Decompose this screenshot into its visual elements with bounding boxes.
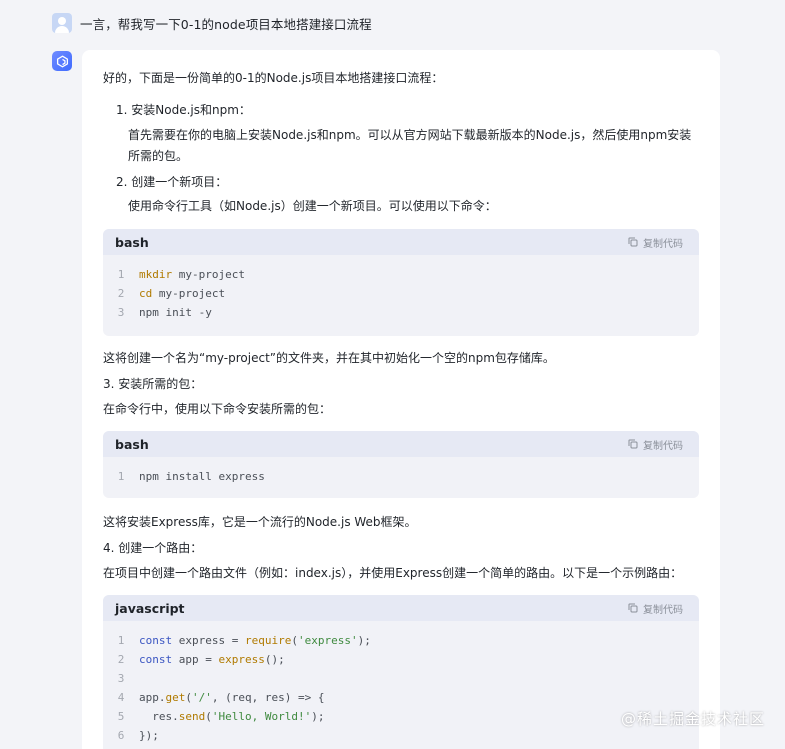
code-line: 2 cd my-project bbox=[117, 287, 226, 300]
code-lang-label: javascript bbox=[115, 600, 185, 616]
code-line: 1 const express = require('express'); bbox=[117, 634, 371, 647]
code-line: 1 mkdir my-project bbox=[117, 268, 245, 281]
code-line: 3 npm init -y bbox=[117, 306, 212, 319]
code-block-javascript: javascript 复制代码 1 const express = require… bbox=[103, 595, 699, 749]
answer-card: 好的，下面是一份简单的0-1的Node.js项目本地搭建接口流程： 1. 安装N… bbox=[82, 50, 720, 749]
user-message-row: 一言，帮我写一下0-1的node项目本地搭建接口流程 bbox=[52, 12, 372, 34]
step-2-desc: 使用命令行工具（如Node.js）创建一个新项目。可以使用以下命令： bbox=[128, 199, 497, 213]
code-line: 4 app.get('/', (req, res) => { bbox=[117, 691, 325, 704]
bot-avatar-icon bbox=[52, 51, 72, 71]
copy-icon bbox=[628, 237, 638, 247]
copy-code-button[interactable]: 复制代码 bbox=[628, 437, 683, 452]
copy-code-label: 复制代码 bbox=[643, 604, 683, 616]
code-line: 5 res.send('Hello, World!'); bbox=[117, 710, 325, 723]
copy-code-button[interactable]: 复制代码 bbox=[628, 601, 683, 616]
step-3-title: 3. 安装所需的包： bbox=[103, 377, 203, 391]
code-body: 1 npm install express bbox=[103, 457, 699, 494]
after-block-2-text: 这将安装Express库，它是一个流行的Node.js Web框架。 bbox=[103, 515, 417, 529]
step-4-title: 4. 创建一个路由： bbox=[103, 541, 203, 555]
step-3-desc: 在命令行中，使用以下命令安装所需的包： bbox=[103, 402, 332, 416]
code-block-header: javascript 复制代码 bbox=[103, 595, 699, 621]
copy-code-button[interactable]: 复制代码 bbox=[628, 235, 683, 250]
code-body: 1 const express = require('express'); 2 con… bbox=[103, 621, 699, 749]
code-lang-label: bash bbox=[115, 436, 149, 452]
step-4-desc: 在项目中创建一个路由文件（例如：index.js），并使用Express创建一个… bbox=[103, 566, 683, 580]
user-avatar-icon bbox=[52, 13, 72, 33]
code-block-header: bash 复制代码 bbox=[103, 229, 699, 255]
copy-code-label: 复制代码 bbox=[643, 238, 683, 250]
user-message-text: 一言，帮我写一下0-1的node项目本地搭建接口流程 bbox=[80, 16, 372, 32]
code-block-header: bash 复制代码 bbox=[103, 431, 699, 457]
step-1-line-2: 所需的包。 bbox=[128, 149, 189, 163]
watermark: @稀土掘金技术社区 bbox=[620, 710, 765, 728]
copy-code-label: 复制代码 bbox=[643, 440, 683, 452]
code-block-bash-1: bash 复制代码 1 mkdir my-project 2 cd my-pro… bbox=[103, 229, 699, 336]
code-line: 2 const app = express(); bbox=[117, 653, 285, 666]
after-block-1-text: 这将创建一个名为“my-project”的文件夹，并在其中初始化一个空的npm包… bbox=[103, 351, 555, 365]
copy-icon bbox=[628, 439, 638, 449]
code-line: 3 bbox=[117, 672, 125, 685]
code-line: 1 npm install express bbox=[117, 470, 265, 483]
code-block-bash-2: bash 复制代码 1 npm install express bbox=[103, 431, 699, 498]
step-2-title: 2. 创建一个新项目： bbox=[116, 175, 228, 189]
step-1-title: 1. 安装Node.js和npm： bbox=[116, 103, 251, 117]
code-lang-label: bash bbox=[115, 234, 149, 250]
code-body: 1 mkdir my-project 2 cd my-project 3 npm… bbox=[103, 255, 699, 330]
step-1-line-1: 首先需要在你的电脑上安装Node.js和npm。可以从官方网站下载最新版本的No… bbox=[128, 128, 692, 142]
answer-intro: 好的，下面是一份简单的0-1的Node.js项目本地搭建接口流程： bbox=[103, 71, 444, 85]
code-line: 6}); bbox=[117, 729, 159, 742]
copy-icon bbox=[628, 603, 638, 613]
